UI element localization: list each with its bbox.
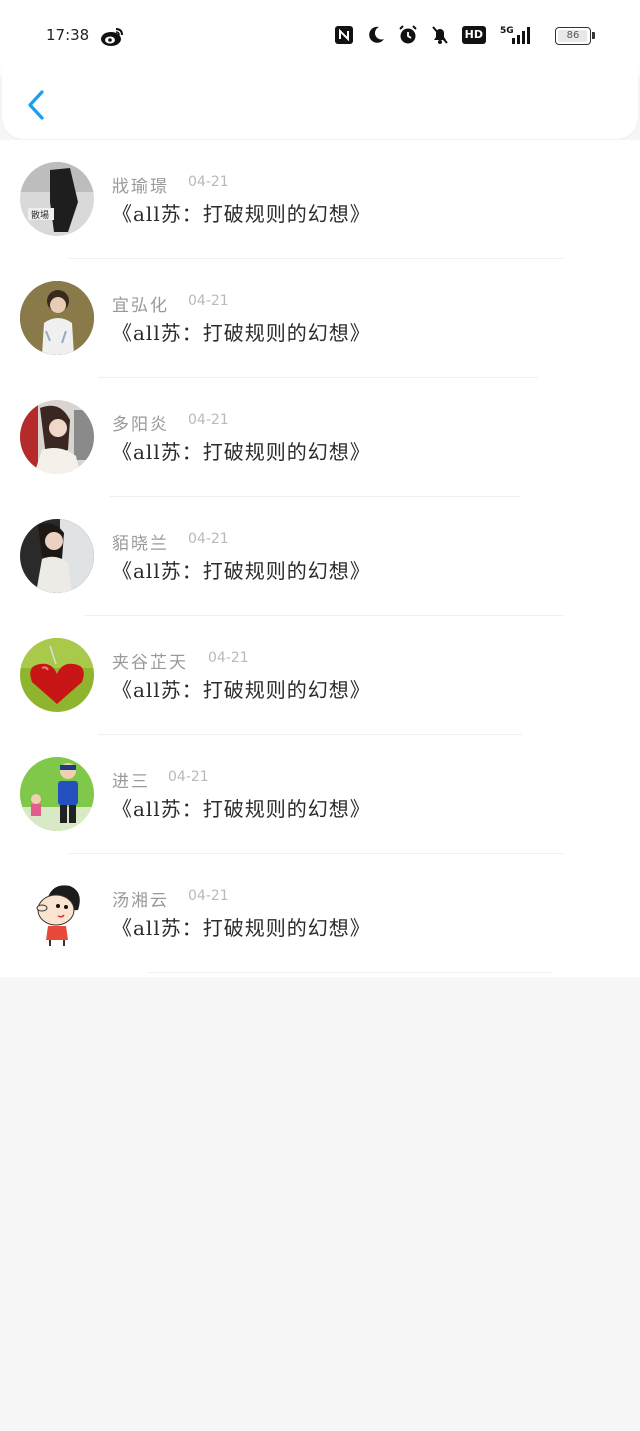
- item-name: 夹谷芷天: [112, 653, 188, 673]
- avatar: [20, 281, 94, 355]
- item-date: 04-21: [188, 412, 229, 428]
- divider: [148, 972, 552, 973]
- item-date: 04-21: [188, 531, 229, 547]
- item-name: 汤湘云: [112, 891, 169, 911]
- avatar: [20, 638, 94, 712]
- list-item[interactable]: 散場 戕瑜璟 04-21 《all苏：打破规则的幻想》: [0, 140, 640, 259]
- item-date: 04-21: [188, 293, 229, 309]
- list-item[interactable]: 汤湘云 04-21 《all苏：打破规则的幻想》: [0, 854, 640, 973]
- item-date: 04-21: [188, 888, 229, 904]
- item-name: 多阳炎: [112, 415, 169, 435]
- battery-level: 86: [566, 30, 580, 41]
- svg-text:散場: 散場: [31, 209, 49, 221]
- avatar: [20, 876, 94, 950]
- item-name: 宜弘化: [112, 296, 169, 316]
- item-name: 戕瑜璟: [112, 177, 169, 197]
- item-name: 进三: [112, 772, 150, 792]
- message-list: 散場 戕瑜璟 04-21 《all苏：打破规则的幻想》 宜弘化 04-21 《a…: [0, 140, 640, 977]
- list-item[interactable]: 进三 04-21 《all苏：打破规则的幻想》: [0, 735, 640, 854]
- item-date: 04-21: [208, 650, 249, 666]
- item-name: 貊晓兰: [112, 534, 169, 554]
- hd-icon: HD: [461, 26, 486, 44]
- bell-off-icon: [431, 26, 448, 44]
- signal-5g-icon: 5G: [500, 26, 530, 44]
- item-message: 《all苏：打破规则的幻想》: [112, 916, 371, 940]
- chevron-left-icon[interactable]: [24, 88, 48, 122]
- svg-text:5G: 5G: [500, 26, 514, 36]
- item-message: 《all苏：打破规则的幻想》: [112, 202, 371, 226]
- battery-icon: 86: [555, 27, 595, 45]
- weibo-icon: [101, 28, 123, 46]
- moon-icon: [368, 26, 384, 43]
- list-item[interactable]: 多阳炎 04-21 《all苏：打破规则的幻想》: [0, 378, 640, 497]
- list-item[interactable]: 貊晓兰 04-21 《all苏：打破规则的幻想》: [0, 497, 640, 616]
- item-message: 《all苏：打破规则的幻想》: [112, 797, 371, 821]
- list-item[interactable]: 夹谷芷天 04-21 《all苏：打破规则的幻想》: [0, 616, 640, 735]
- avatar: [20, 400, 94, 474]
- avatar: [20, 757, 94, 831]
- item-date: 04-21: [188, 174, 229, 190]
- status-time: 17:38: [46, 26, 90, 44]
- item-date: 04-21: [168, 769, 209, 785]
- item-message: 《all苏：打破规则的幻想》: [112, 678, 371, 702]
- nfc-icon: [334, 26, 353, 44]
- item-message: 《all苏：打破规则的幻想》: [112, 440, 371, 464]
- list-item[interactable]: 宜弘化 04-21 《all苏：打破规则的幻想》: [0, 259, 640, 378]
- alarm-icon: [398, 25, 417, 44]
- avatar: [20, 519, 94, 593]
- header-bar: [2, 60, 638, 139]
- avatar: 散場: [20, 162, 94, 236]
- item-message: 《all苏：打破规则的幻想》: [112, 559, 371, 583]
- item-message: 《all苏：打破规则的幻想》: [112, 321, 371, 345]
